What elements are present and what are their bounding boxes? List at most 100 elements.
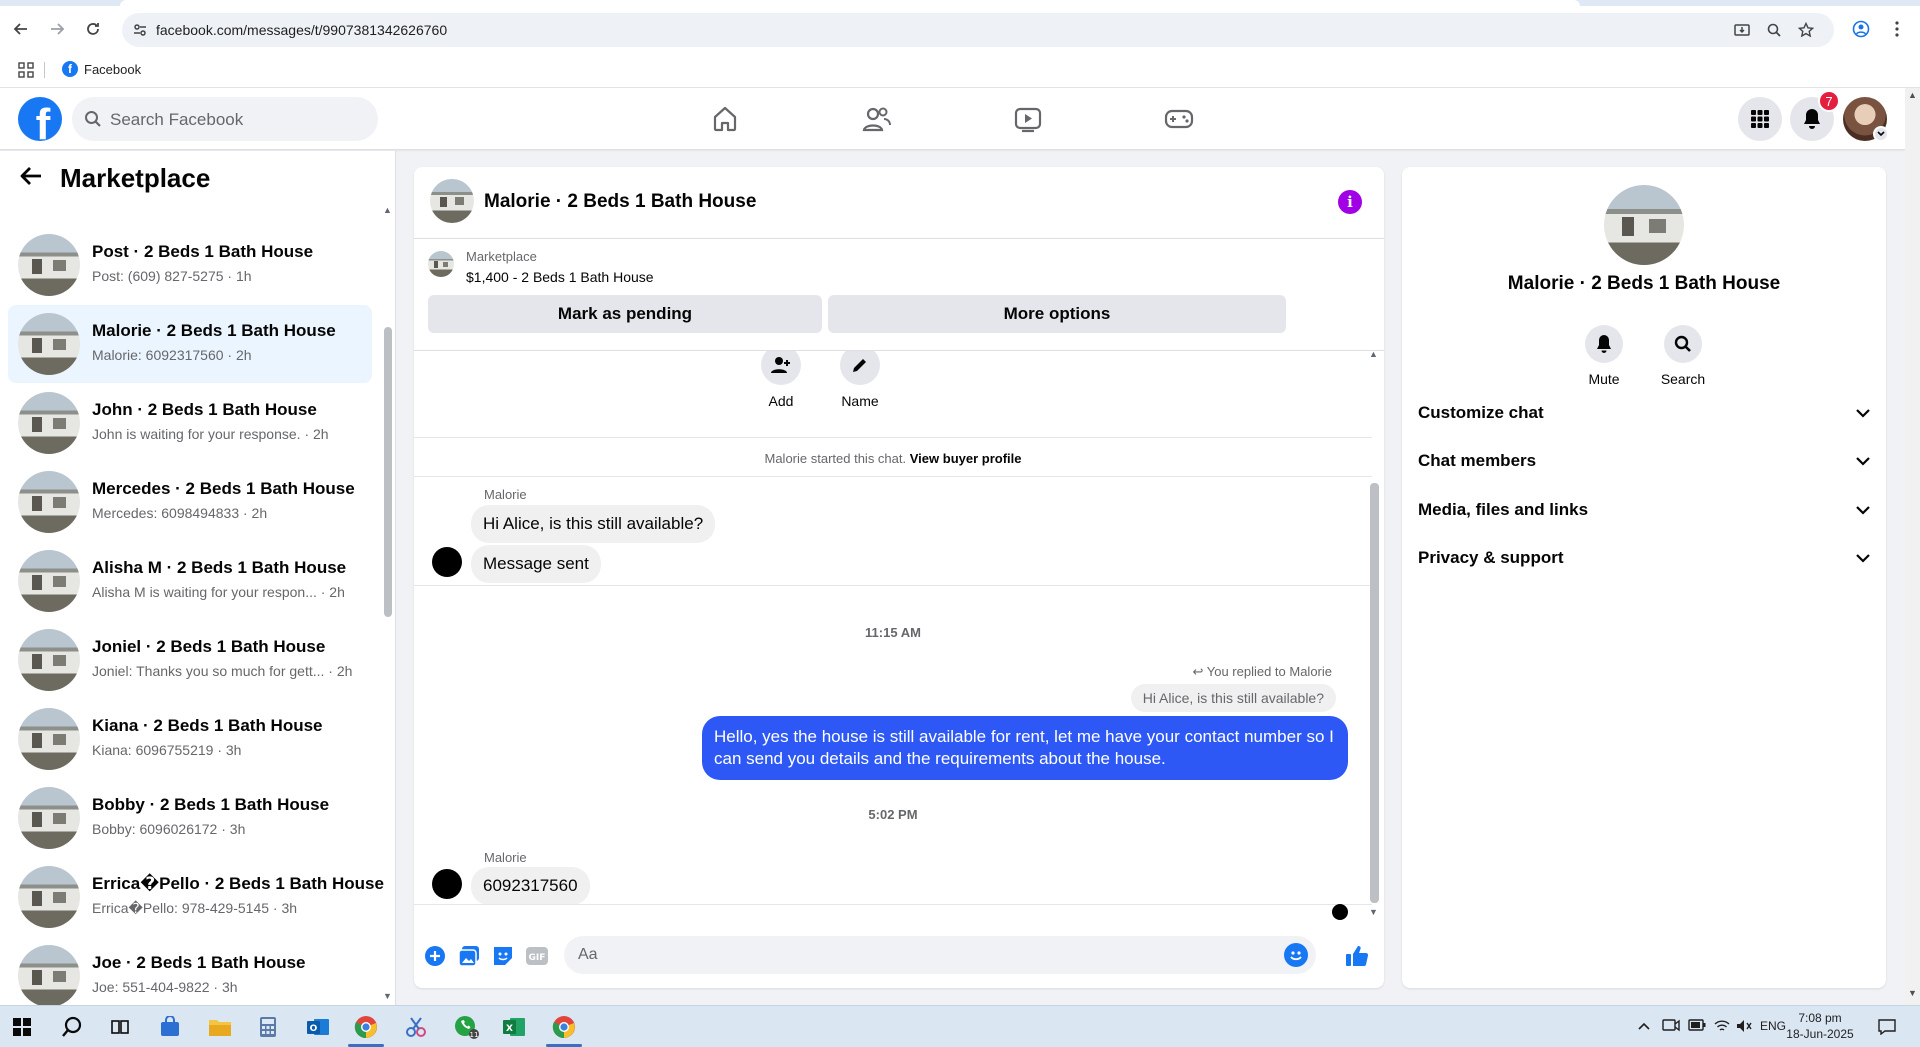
language-indicator[interactable]: ENG xyxy=(1760,1019,1786,1033)
conversation-item[interactable]: Post · 2 Beds 1 Bath House Post: (609) 8… xyxy=(8,226,372,304)
mark-pending-button[interactable]: Mark as pending xyxy=(428,295,822,333)
message-thread[interactable]: Add Name Malorie started this chat. View… xyxy=(414,351,1372,921)
scroll-down-arrow[interactable]: ▼ xyxy=(383,991,392,1001)
video-icon[interactable] xyxy=(1011,102,1045,136)
windows-start-icon[interactable] xyxy=(8,1013,36,1041)
conversation-item[interactable]: Joe · 2 Beds 1 Bath House Joe: 551-404-9… xyxy=(8,937,372,1005)
emoji-icon[interactable] xyxy=(1284,943,1308,967)
whatsapp-badge: 11 xyxy=(470,1031,479,1039)
wifi-icon[interactable] xyxy=(1714,1019,1730,1036)
chat-scrollbar[interactable] xyxy=(1370,483,1379,903)
conversation-item-active[interactable]: Malorie · 2 Beds 1 Bath House Malorie: 6… xyxy=(8,305,372,383)
friends-icon[interactable] xyxy=(860,102,894,136)
reload-icon[interactable] xyxy=(80,16,106,42)
conversation-item[interactable]: Joniel · 2 Beds 1 Bath House Joniel: Tha… xyxy=(8,621,372,699)
name-action[interactable]: Name xyxy=(830,351,890,409)
conversation-item[interactable]: Mercedes · 2 Beds 1 Bath House Mercedes:… xyxy=(8,463,372,541)
sidebar-header: Marketplace xyxy=(20,163,210,194)
forward-icon[interactable] xyxy=(44,16,70,42)
excel-icon[interactable]: X xyxy=(500,1013,528,1041)
whatsapp-icon[interactable]: 11 xyxy=(452,1013,480,1041)
gaming-icon[interactable] xyxy=(1162,102,1196,136)
conversation-item[interactable]: Errica�Pello · 2 Beds 1 Bath House Erric… xyxy=(8,858,384,936)
chrome-profile-icon[interactable] xyxy=(550,1013,578,1041)
sticker-icon[interactable] xyxy=(490,943,516,969)
store-icon[interactable] xyxy=(156,1013,184,1041)
conversation-preview: Kiana: 6096755219 · 3h xyxy=(92,742,242,758)
listing-price[interactable]: $1,400 - 2 Beds 1 Bath House xyxy=(466,269,654,285)
privacy-support-row[interactable]: Privacy & support xyxy=(1418,538,1870,578)
marketplace-label: Marketplace xyxy=(466,249,537,264)
page-scroll-up-arrow[interactable]: ▲ xyxy=(1908,90,1917,100)
apps-grid-icon[interactable] xyxy=(18,62,34,83)
chevron-up-icon[interactable] xyxy=(1638,1019,1650,1033)
system-clock[interactable]: 7:08 pm 18-Jun-2025 xyxy=(1784,1010,1856,1042)
photo-icon[interactable] xyxy=(456,943,482,969)
url-text[interactable]: facebook.com/messages/t/9907381342626760 xyxy=(156,22,447,38)
incoming-message[interactable]: Hi Alice, is this still available? xyxy=(471,505,716,543)
site-info-icon[interactable] xyxy=(132,22,148,43)
customize-chat-row[interactable]: Customize chat xyxy=(1418,393,1870,433)
back-icon[interactable] xyxy=(8,16,34,42)
info-icon[interactable]: i xyxy=(1338,190,1362,214)
chat-scroll-up-arrow[interactable]: ▲ xyxy=(1369,349,1378,359)
sender-avatar[interactable] xyxy=(432,869,462,899)
chevron-down-icon[interactable] xyxy=(1873,126,1889,142)
conversation-item[interactable]: Bobby · 2 Beds 1 Bath House Bobby: 60960… xyxy=(8,779,372,857)
mute-button[interactable]: Mute xyxy=(1574,325,1634,387)
menu-grid-button[interactable] xyxy=(1738,97,1782,141)
browser-menu-icon[interactable] xyxy=(1884,16,1910,42)
search-in-chat-button[interactable]: Search xyxy=(1653,325,1713,387)
scroll-up-arrow[interactable]: ▲ xyxy=(383,205,392,215)
thumbs-up-icon[interactable] xyxy=(1344,943,1370,969)
sender-avatar[interactable] xyxy=(432,547,462,577)
chrome-icon[interactable] xyxy=(352,1013,380,1041)
svg-text:X: X xyxy=(506,1024,513,1034)
plus-icon[interactable] xyxy=(422,943,448,969)
page-scroll-down-arrow[interactable]: ▼ xyxy=(1908,988,1917,998)
home-icon[interactable] xyxy=(708,102,742,136)
meet-now-icon[interactable] xyxy=(1662,1019,1680,1036)
facebook-logo[interactable]: f xyxy=(18,97,62,141)
conversation-item[interactable]: Alisha M · 2 Beds 1 Bath House Alisha M … xyxy=(8,542,372,620)
account-icon[interactable] xyxy=(1848,16,1874,42)
outlook-icon[interactable]: O xyxy=(304,1013,332,1041)
search-icon[interactable] xyxy=(58,1013,86,1041)
incoming-message[interactable]: 6092317560 xyxy=(471,867,590,905)
volume-muted-icon[interactable] xyxy=(1736,1019,1752,1036)
back-arrow-icon[interactable] xyxy=(20,166,42,191)
sidebar-scrollbar[interactable] xyxy=(384,327,392,617)
chat-members-row[interactable]: Chat members xyxy=(1418,441,1870,481)
task-view-icon[interactable] xyxy=(106,1013,134,1041)
conversation-item[interactable]: Kiana · 2 Beds 1 Bath House Kiana: 60967… xyxy=(8,700,372,778)
file-explorer-icon[interactable] xyxy=(206,1013,234,1041)
conversation-item[interactable]: John · 2 Beds 1 Bath House John is waiti… xyxy=(8,384,372,462)
message-input[interactable]: Aa xyxy=(564,936,1316,974)
listing-avatar[interactable] xyxy=(1604,185,1684,265)
chat-title[interactable]: Malorie · 2 Beds 1 Bath House xyxy=(484,191,756,213)
notifications-center-icon[interactable] xyxy=(1878,1019,1896,1038)
gif-icon[interactable]: GIF xyxy=(524,943,550,969)
bookmark-star-icon[interactable] xyxy=(1797,21,1815,43)
zoom-icon[interactable] xyxy=(1766,22,1782,43)
quoted-message[interactable]: Hi Alice, is this still available? xyxy=(1130,684,1336,712)
address-bar[interactable]: facebook.com/messages/t/9907381342626760 xyxy=(122,13,1834,47)
media-files-links-row[interactable]: Media, files and links xyxy=(1418,490,1870,530)
install-icon[interactable] xyxy=(1734,22,1750,43)
add-action[interactable]: Add xyxy=(751,351,811,409)
chat-scroll-down-arrow[interactable]: ▼ xyxy=(1369,907,1378,917)
chat-thumbnail[interactable] xyxy=(430,179,474,223)
listing-thumbnail[interactable] xyxy=(428,251,454,277)
view-buyer-profile-link[interactable]: View buyer profile xyxy=(910,451,1022,466)
conversation-preview: Malorie: 6092317560 · 2h xyxy=(92,347,252,363)
more-options-button[interactable]: More options xyxy=(828,295,1286,333)
conversation-preview: Mercedes: 6098494833 · 2h xyxy=(92,505,268,521)
incoming-message[interactable]: Message sent xyxy=(471,545,601,583)
battery-icon[interactable] xyxy=(1688,1019,1706,1034)
page-scrollbar[interactable]: ▲ ▼ xyxy=(1905,88,1920,1005)
search-facebook-input[interactable]: Search Facebook xyxy=(72,97,378,141)
outgoing-message[interactable]: Hello, yes the house is still available … xyxy=(702,716,1348,780)
bookmark-facebook[interactable]: f Facebook xyxy=(62,61,141,77)
calculator-icon[interactable] xyxy=(254,1013,282,1041)
snipping-tool-icon[interactable] xyxy=(402,1013,430,1041)
